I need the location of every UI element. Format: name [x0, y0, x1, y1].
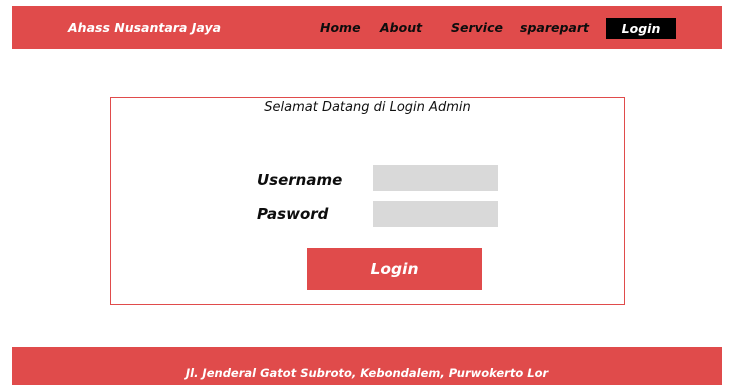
brand-name[interactable]: Ahass Nusantara Jaya — [68, 20, 221, 35]
password-input[interactable] — [373, 201, 498, 227]
login-submit-button[interactable]: Login — [307, 248, 482, 290]
nav-link-service[interactable]: Service — [451, 20, 503, 35]
nav-link-home[interactable]: Home — [320, 20, 361, 35]
nav-link-sparepart[interactable]: sparepart — [520, 20, 589, 35]
footer: Jl. Jenderal Gatot Subroto, Kebondalem, … — [12, 347, 722, 385]
footer-address: Jl. Jenderal Gatot Subroto, Kebondalem, … — [185, 366, 549, 380]
username-input[interactable] — [373, 165, 498, 191]
password-label: Pasword — [257, 205, 329, 223]
login-panel: Selamat Datang di Login Admin Username P… — [110, 97, 625, 305]
panel-title: Selamat Datang di Login Admin — [264, 100, 471, 115]
nav-link-about[interactable]: About — [380, 20, 422, 35]
navbar: Ahass Nusantara Jaya Home About Service … — [12, 6, 722, 49]
nav-login-button[interactable]: Login — [606, 18, 676, 39]
username-label: Username — [257, 171, 343, 189]
